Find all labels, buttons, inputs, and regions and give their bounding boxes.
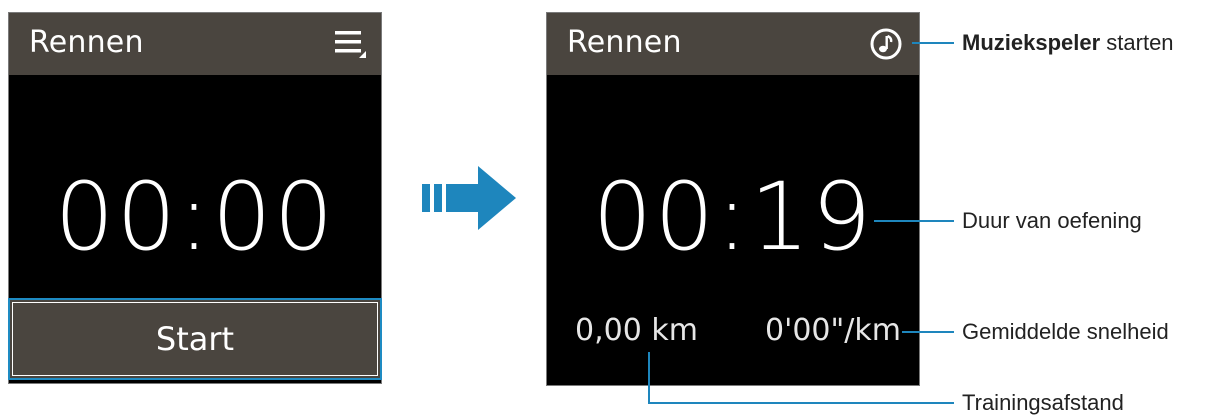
arrow-right-icon (422, 166, 518, 234)
pace-readout: 0'00"/km (764, 313, 901, 348)
callout-average-speed: Gemiddelde snelheid (962, 319, 1169, 344)
watch-screen-running: Rennen 00:19 0,00 km 0'00"/km (546, 12, 920, 386)
timer-display: 00:00 (54, 163, 336, 272)
app-title: Rennen (567, 25, 682, 60)
callout-duration: Duur van oefening (962, 208, 1142, 233)
callout-line-distance-vertical (648, 352, 650, 404)
app-title: Rennen (29, 25, 144, 60)
callout-line-duration (874, 220, 954, 222)
start-button[interactable]: Start (8, 298, 382, 380)
callout-training-distance: Trainingsafstand (962, 390, 1124, 415)
callout-line-speed (902, 331, 954, 333)
timer-display: 00:19 (592, 163, 874, 272)
callout-music-player: Muziekspeler starten (962, 30, 1174, 56)
callout-music-rest: starten (1100, 30, 1174, 55)
title-bar: Rennen (547, 13, 919, 75)
callout-line-music (912, 42, 954, 44)
music-note-icon[interactable] (869, 27, 903, 61)
distance-readout: 0,00 km (575, 313, 698, 348)
callout-music-bold: Muziekspeler (962, 30, 1101, 55)
menu-icon[interactable] (335, 29, 367, 59)
title-bar: Rennen (9, 13, 381, 75)
callout-line-distance-horizontal (648, 402, 954, 404)
